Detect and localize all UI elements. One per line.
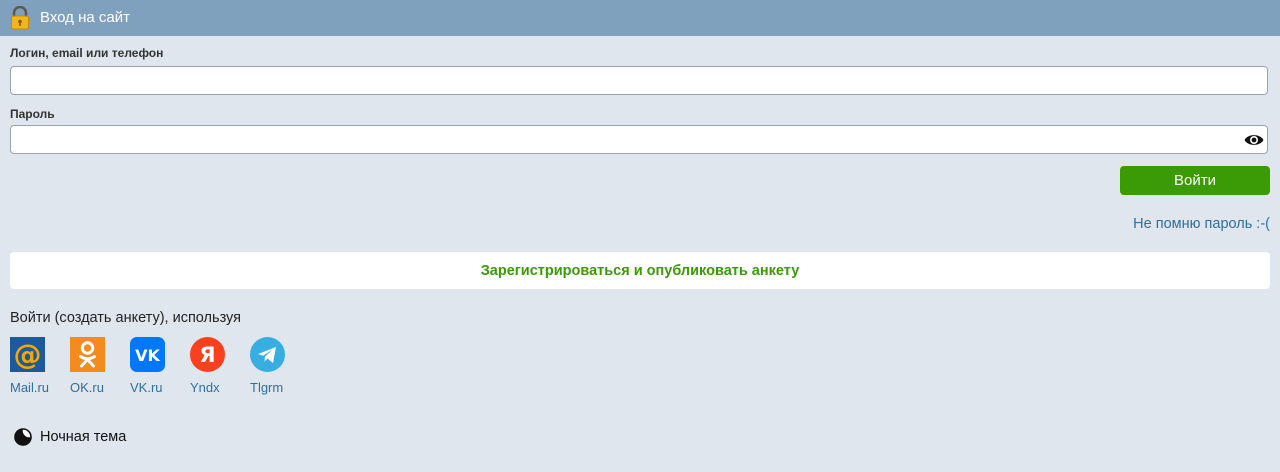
mailru-icon: @ [10, 337, 45, 372]
forgot-password-link[interactable]: Не помню пароль :-( [1133, 216, 1270, 232]
header-title: Вход на сайт [40, 9, 130, 26]
social-label: OK.ru [70, 380, 104, 395]
login-header: Вход на сайт [0, 0, 1280, 36]
social-mailru[interactable]: @ Mail.ru [10, 337, 54, 395]
password-label: Пароль [10, 107, 55, 121]
svg-text:VK: VK [135, 346, 160, 365]
social-label: Mail.ru [10, 380, 50, 395]
night-theme-toggle[interactable]: Ночная тема [14, 428, 126, 446]
login-input[interactable] [10, 66, 1268, 95]
social-vk[interactable]: VK VK.ru [130, 337, 174, 395]
svg-text:@: @ [14, 338, 42, 371]
social-ok[interactable]: OK.ru [70, 337, 114, 395]
lock-icon [11, 6, 29, 30]
svg-text:Я: Я [199, 343, 215, 367]
login-button[interactable]: Войти [1120, 166, 1270, 195]
moon-icon [14, 428, 32, 446]
password-input[interactable] [10, 125, 1268, 154]
social-yandex[interactable]: Я Yndx [190, 337, 234, 395]
night-theme-label: Ночная тема [40, 429, 127, 445]
yandex-icon: Я [190, 337, 225, 372]
social-label: VK.ru [130, 380, 163, 395]
odnoklassniki-icon [70, 337, 105, 372]
social-telegram[interactable]: Tlgrm [250, 337, 294, 395]
social-label: Tlgrm [250, 380, 284, 395]
vk-icon: VK [130, 337, 165, 372]
telegram-icon [250, 337, 285, 372]
social-label: Yndx [190, 380, 220, 395]
eye-icon[interactable] [1244, 132, 1264, 148]
login-label: Логин, email или телефон [10, 46, 164, 60]
social-login-title: Войти (создать анкету), используя [10, 310, 241, 326]
register-button[interactable]: Зарегистрироваться и опубликовать анкету [10, 252, 1270, 289]
